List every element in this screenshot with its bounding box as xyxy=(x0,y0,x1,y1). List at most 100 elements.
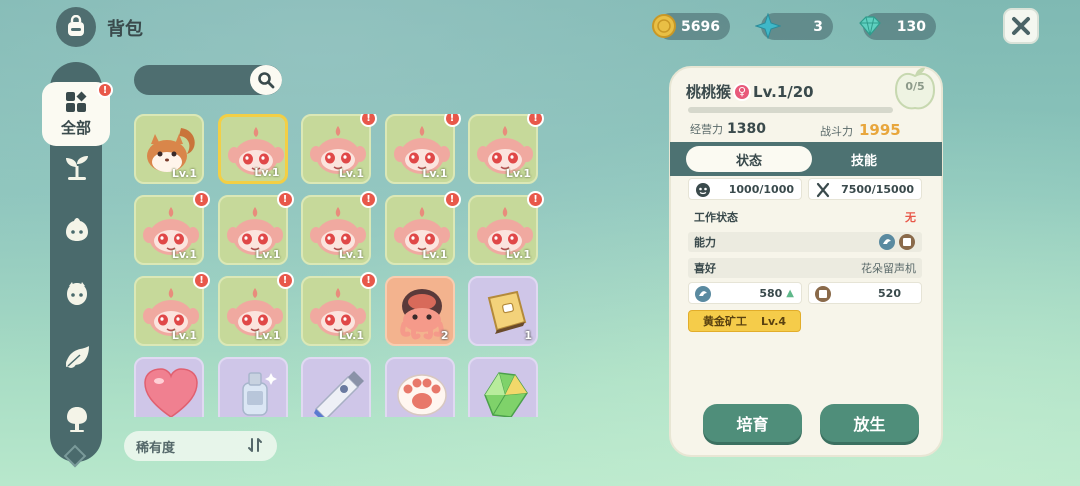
star-crystal-counter: 3 xyxy=(755,13,833,40)
combat-value: 1995 xyxy=(859,121,901,139)
slot-level: Lv.1 xyxy=(171,329,197,342)
close-button[interactable] xyxy=(1003,8,1039,44)
fruit-counter: 0/5 xyxy=(890,64,940,114)
hunger-value: 1000/1000 xyxy=(728,182,794,196)
craft-skill-icon xyxy=(814,285,832,303)
slot-frame: 1 xyxy=(468,276,538,346)
slot-level: Lv.1 xyxy=(422,167,448,180)
search-icon xyxy=(258,72,275,89)
wind-skill-value: 580 xyxy=(759,286,783,300)
slot-alert-badge: ! xyxy=(527,114,544,127)
craft-skill-value: 520 xyxy=(878,286,901,300)
sprout-icon xyxy=(66,156,88,180)
inventory-slot[interactable]: Lv.1! xyxy=(384,191,461,265)
slot-frame: Lv.1 xyxy=(134,114,204,184)
inventory-slot[interactable] xyxy=(134,357,204,417)
pet-icon xyxy=(66,218,88,241)
tree-icon xyxy=(67,407,87,432)
heart-item-icon xyxy=(144,368,198,417)
bottle-item-icon xyxy=(241,372,277,416)
food-icon xyxy=(694,181,712,199)
release-button[interactable]: 放生 xyxy=(820,404,919,442)
sidebar-alert-badge: ! xyxy=(97,82,113,98)
inventory-slot[interactable]: Lv.1! xyxy=(384,114,461,184)
slot-frame xyxy=(301,357,371,417)
slot-frame: Lv.1 xyxy=(468,195,538,265)
wind-skill-stat: 580 ▲ xyxy=(688,282,802,304)
slot-alert-badge: ! xyxy=(527,191,544,208)
paw-item-icon xyxy=(396,374,447,416)
inventory-slot[interactable] xyxy=(384,357,455,417)
inventory-slot[interactable]: Lv.1! xyxy=(217,191,294,265)
slot-frame: Lv.1 xyxy=(134,195,204,265)
inventory-slot[interactable]: Lv.1! xyxy=(134,191,210,265)
search-button[interactable] xyxy=(250,65,282,95)
slot-alert-badge: ! xyxy=(276,272,294,289)
inventory-slot[interactable]: Lv.1 xyxy=(134,114,204,184)
sort-label: 稀有度 xyxy=(136,440,176,456)
sort-toggle-icon xyxy=(247,437,263,457)
trait-badge[interactable]: 黄金矿工 Lv.4 xyxy=(688,310,801,332)
nurture-button[interactable]: 培育 xyxy=(703,404,802,442)
pet-face-icon xyxy=(67,282,87,305)
slot-level: Lv.1 xyxy=(338,167,364,180)
inventory-slot[interactable]: Lv.1! xyxy=(301,114,377,184)
sidebar-item-pets[interactable] xyxy=(62,214,92,244)
slot-level: Lv.1 xyxy=(171,248,197,261)
sidebar-item-plants[interactable] xyxy=(62,152,92,182)
slot-frame xyxy=(468,357,538,417)
inventory-slot[interactable] xyxy=(468,357,538,417)
operation-stat: 经营力 1380 xyxy=(690,121,766,137)
inventory-slot[interactable]: Lv.1! xyxy=(301,272,377,346)
sidebar-item-creatures[interactable] xyxy=(62,278,92,308)
inventory-slot[interactable]: 1 xyxy=(468,276,538,346)
tab-status[interactable]: 状态 xyxy=(686,146,812,172)
likes-label: 喜好 xyxy=(694,262,716,275)
pet-name-row: 桃桃猴 ♀ Lv.1/20 xyxy=(686,81,814,102)
slot-alert-badge: ! xyxy=(276,191,294,208)
gem-counter: 130 xyxy=(859,13,936,40)
slot-level: Lv.1 xyxy=(171,167,197,180)
work-status-row: 工作状态 无 xyxy=(688,207,922,227)
slot-frame: Lv.1 xyxy=(301,114,371,184)
slot-frame: Lv.1 xyxy=(217,195,288,265)
work-status-label: 工作状态 xyxy=(694,211,738,224)
gold-coin-icon xyxy=(649,11,679,41)
inventory-slot[interactable]: 2 xyxy=(384,276,455,346)
stamina-stat: 7500/15000 xyxy=(808,178,922,200)
sidebar-item-decor[interactable] xyxy=(62,404,92,434)
tube-item-icon xyxy=(314,371,364,417)
slot-frame xyxy=(217,357,288,417)
gold-coin-counter: 5696 xyxy=(652,13,730,40)
slot-alert-badge: ! xyxy=(360,114,377,127)
slot-alert-badge: ! xyxy=(193,191,210,208)
slot-frame: Lv.1 xyxy=(301,276,371,346)
tab-skills[interactable]: 技能 xyxy=(812,146,916,172)
gold-coin-value: 5696 xyxy=(681,18,720,35)
slot-level: Lv.1 xyxy=(254,166,280,179)
slot-alert-badge: ! xyxy=(443,191,461,208)
inventory-slot[interactable]: Lv.1! xyxy=(468,191,544,265)
inventory-slot[interactable]: Lv.1! xyxy=(217,272,294,346)
inventory-slot[interactable] xyxy=(301,357,371,417)
inventory-slot[interactable]: Lv.1 xyxy=(217,114,288,184)
sidebar-item-all-label: 全部 xyxy=(60,119,91,137)
inventory-slot[interactable] xyxy=(217,357,288,417)
slot-alert-badge: ! xyxy=(360,272,377,289)
wind-skill-icon xyxy=(879,234,895,250)
pet-level: Lv.1/20 xyxy=(753,82,814,101)
pet-name: 桃桃猴 xyxy=(686,83,732,101)
ability-icons xyxy=(878,233,916,251)
inventory-slot[interactable]: Lv.1! xyxy=(468,114,544,184)
operation-label: 经营力 xyxy=(690,123,723,136)
inventory-slot[interactable]: Lv.1! xyxy=(301,191,377,265)
ability-label: 能力 xyxy=(694,236,716,249)
sort-rarity-button[interactable]: 稀有度 xyxy=(124,431,277,461)
gem-value: 130 xyxy=(896,18,926,35)
item-grid: Lv.1 Lv.1 Lv.1! Lv.1! Lv.1! Lv.1! Lv.1! Lv.1! Lv… xyxy=(134,114,544,417)
stamina-value: 7500/15000 xyxy=(841,182,914,196)
star-crystal-value: 3 xyxy=(813,18,823,35)
combat-stat: 战斗力 1995 xyxy=(820,121,901,139)
inventory-slot[interactable]: Lv.1! xyxy=(134,272,210,346)
sidebar-item-materials[interactable] xyxy=(62,342,92,372)
